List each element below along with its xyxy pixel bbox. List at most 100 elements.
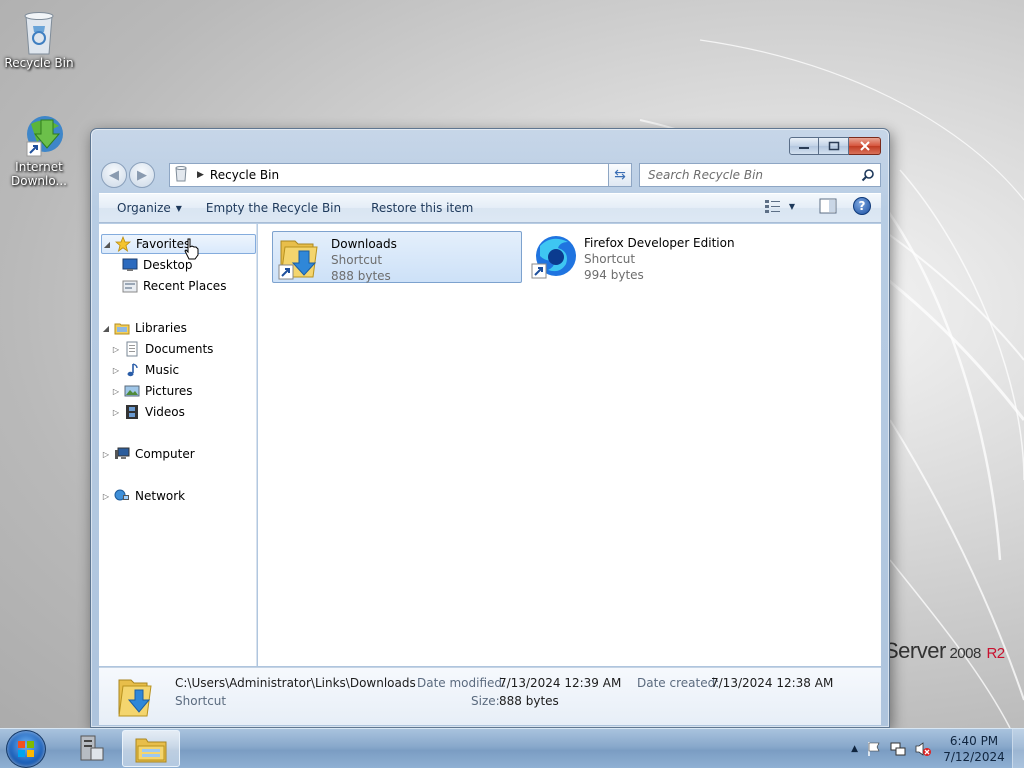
file-name: Firefox Developer Edition (584, 236, 735, 250)
nav-label: Desktop (143, 258, 193, 272)
firefox-developer-edition-icon (530, 232, 580, 280)
taskbar-server-manager-button[interactable] (62, 730, 120, 767)
nav-item-favorites[interactable]: ◢ Favorites (101, 234, 256, 254)
desktop-icon-recycle-bin[interactable]: Recycle Bin (4, 8, 74, 70)
expand-collapse-icon[interactable]: ◢ (102, 240, 112, 249)
recent-places-icon (122, 278, 138, 294)
nav-label: Network (135, 489, 186, 503)
maximize-button[interactable] (819, 137, 849, 155)
nav-item-desktop[interactable]: Desktop (119, 255, 193, 275)
recycle-bin-icon (17, 8, 61, 55)
documents-icon (124, 341, 140, 357)
maximize-icon (828, 141, 839, 151)
desktop-icon-label: Internet Downlo... (11, 160, 67, 188)
breadcrumb-location[interactable]: Recycle Bin (210, 168, 615, 182)
show-hidden-icons-arrow[interactable]: ▲ (851, 744, 858, 754)
file-list: Downloads Shortcut 888 bytes Firefox Dev… (258, 224, 881, 666)
expand-icon[interactable]: ▷ (111, 387, 121, 396)
music-icon (124, 362, 140, 378)
details-created-label: Date created: (637, 676, 720, 690)
nav-item-music[interactable]: ▷ Music (111, 360, 179, 380)
clock-date: 7/12/2024 (943, 750, 1005, 764)
file-size: 994 bytes (584, 268, 644, 282)
navigation-bar: ◀ ▶ ▶ Recycle Bin ▼ ⇆ (99, 161, 881, 188)
forward-button[interactable]: ▶ (129, 162, 155, 188)
taskbar: ▲ 6:40 PM 7/12/2024 (0, 728, 1024, 768)
nav-label: Pictures (145, 384, 193, 398)
nav-label: Videos (145, 405, 185, 419)
recycle-bin-icon (173, 165, 193, 185)
desktop-icon-internet-download-manager[interactable]: Internet Downlo... (4, 112, 74, 188)
nav-item-documents[interactable]: ▷ Documents (111, 339, 213, 359)
nav-item-recent-places[interactable]: Recent Places (119, 276, 226, 296)
nav-item-network[interactable]: ▷ Network (101, 486, 185, 506)
file-name: Downloads (331, 237, 397, 251)
nav-item-computer[interactable]: ▷ Computer (101, 444, 195, 464)
libraries-icon (114, 320, 130, 336)
file-type: Shortcut (331, 253, 383, 267)
details-modified-label: Date modified: (417, 676, 507, 690)
navigation-pane: ◢ Favorites Desktop Recent Places ◢ Libr… (99, 224, 257, 666)
file-item-downloads[interactable]: Downloads Shortcut 888 bytes (272, 231, 522, 283)
desktop-icon (122, 257, 138, 273)
star-icon (115, 236, 131, 252)
nav-item-pictures[interactable]: ▷ Pictures (111, 381, 193, 401)
nav-label: Favorites (136, 237, 191, 251)
network-icon[interactable] (890, 741, 906, 757)
back-button[interactable]: ◀ (101, 162, 127, 188)
refresh-button[interactable]: ⇆ (608, 163, 632, 187)
nav-item-videos[interactable]: ▷ Videos (111, 402, 185, 422)
close-icon (859, 141, 870, 151)
chevron-down-icon: ▼ (175, 203, 182, 213)
start-button[interactable] (6, 730, 46, 768)
nav-label: Music (145, 363, 180, 377)
organize-button[interactable]: Organize ▼ (107, 196, 192, 220)
internet-download-manager-icon (17, 112, 63, 157)
details-path: C:\Users\Administrator\Links\Downloads (175, 676, 416, 690)
details-size-value: 888 bytes (499, 694, 559, 708)
windows-server-branding: Server 2008 R2 (884, 638, 1005, 663)
clock[interactable]: 6:40 PM 7/12/2024 (936, 733, 1012, 765)
show-desktop-button[interactable] (1012, 729, 1024, 768)
expand-icon[interactable]: ▷ (111, 408, 121, 417)
search-input[interactable] (648, 168, 861, 182)
expand-icon[interactable]: ▷ (101, 450, 111, 459)
command-bar: Organize ▼ Empty the Recycle Bin Restore … (99, 193, 881, 223)
nav-label: Computer (135, 447, 195, 461)
expand-icon[interactable]: ▷ (111, 366, 121, 375)
restore-item-button[interactable]: Restore this item (361, 196, 483, 220)
server-manager-icon (80, 735, 104, 760)
taskbar-windows-explorer-button[interactable] (122, 730, 180, 767)
empty-recycle-bin-button[interactable]: Empty the Recycle Bin (196, 196, 351, 220)
breadcrumb-separator-icon[interactable]: ▶ (197, 170, 204, 180)
nav-label: Libraries (135, 321, 187, 335)
volume-muted-icon[interactable] (914, 741, 932, 757)
details-size-label: Size: (471, 694, 500, 708)
search-icon[interactable] (861, 168, 875, 182)
clock-time: 6:40 PM (949, 734, 999, 748)
toolbar-right: ▼ ? (764, 197, 871, 215)
desktop-icon-label: Recycle Bin (4, 56, 74, 70)
expand-icon[interactable]: ▷ (101, 492, 111, 501)
close-button[interactable] (849, 137, 881, 155)
system-tray: ▲ 6:40 PM 7/12/2024 (851, 729, 1024, 768)
file-item-firefox-developer-edition[interactable]: Firefox Developer Edition Shortcut 994 b… (526, 231, 786, 283)
change-view-button[interactable]: ▼ (764, 199, 795, 213)
explorer-window: ◀ ▶ ▶ Recycle Bin ▼ ⇆ Organize ▼ Empty th… (90, 128, 890, 728)
details-thumbnail-icon (117, 672, 157, 723)
forward-arrow-icon: ▶ (137, 167, 147, 183)
minimize-button[interactable] (789, 137, 819, 155)
videos-icon (124, 404, 140, 420)
windows-explorer-icon (135, 738, 167, 762)
details-pane: C:\Users\Administrator\Links\Downloads S… (99, 667, 881, 725)
address-bar[interactable]: ▶ Recycle Bin ▼ (169, 163, 632, 187)
expand-icon[interactable]: ▷ (111, 345, 121, 354)
back-arrow-icon: ◀ (109, 167, 119, 183)
downloads-folder-shortcut-icon (277, 233, 327, 281)
nav-item-libraries[interactable]: ◢ Libraries (101, 318, 187, 338)
search-box[interactable] (639, 163, 881, 187)
preview-pane-icon[interactable] (819, 198, 837, 214)
help-icon[interactable]: ? (853, 197, 871, 215)
action-center-flag-icon[interactable] (866, 741, 882, 757)
expand-collapse-icon[interactable]: ◢ (101, 324, 111, 333)
